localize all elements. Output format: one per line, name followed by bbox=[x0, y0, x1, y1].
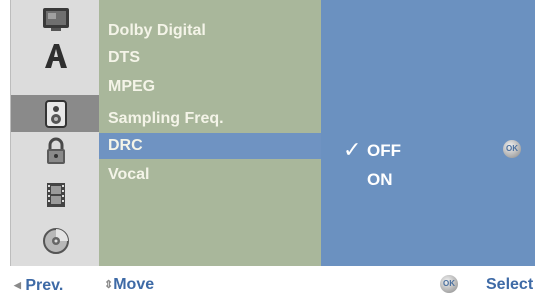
sidebar-item-display[interactable] bbox=[11, 0, 100, 37]
checkmark-icon: ✓ bbox=[343, 137, 362, 162]
menu-item-dolby-digital[interactable]: Dolby Digital bbox=[99, 18, 321, 44]
sidebar-item-language[interactable] bbox=[11, 37, 100, 74]
select-hint[interactable]: Select bbox=[486, 266, 533, 300]
language-icon bbox=[44, 43, 67, 68]
prev-hint[interactable]: ◀ Prev. bbox=[14, 266, 63, 300]
audio-settings-menu: Dolby Digital DTS MPEG Sampling Freq. DR… bbox=[99, 0, 321, 266]
sidebar-item-lock[interactable] bbox=[11, 132, 100, 169]
film-icon bbox=[46, 182, 65, 207]
ok-button-icon: OK bbox=[440, 275, 458, 293]
sidebar-item-audio[interactable] bbox=[11, 95, 100, 132]
footer-hint-bar: ◀ Prev. ⇕Move OK Select bbox=[10, 266, 545, 300]
left-arrow-icon: ◀ bbox=[14, 280, 21, 290]
sidebar-item-others[interactable] bbox=[11, 176, 100, 213]
sidebar-item-disc[interactable] bbox=[11, 222, 100, 259]
up-down-arrow-icon: ⇕ bbox=[104, 279, 114, 291]
menu-item-sampling-freq[interactable]: Sampling Freq. bbox=[99, 106, 321, 132]
prev-label: Prev. bbox=[25, 277, 64, 294]
move-label: Move bbox=[113, 276, 155, 293]
disc-icon bbox=[42, 227, 69, 254]
category-sidebar bbox=[10, 0, 100, 266]
ok-icon: OK bbox=[503, 140, 521, 158]
menu-item-drc[interactable]: DRC bbox=[99, 133, 321, 159]
picture-icon bbox=[42, 7, 69, 31]
select-label: Select bbox=[486, 276, 534, 293]
option-off[interactable]: ✓ OFF OK bbox=[321, 137, 535, 165]
audio-icon bbox=[44, 99, 67, 128]
option-on[interactable]: ON bbox=[321, 166, 535, 194]
option-off-label: OFF bbox=[367, 141, 401, 160]
menu-item-dts[interactable]: DTS bbox=[99, 45, 321, 71]
move-hint: ⇕Move bbox=[104, 266, 154, 300]
option-panel: ✓ OFF OK ON bbox=[321, 0, 535, 266]
lock-icon bbox=[46, 137, 65, 164]
setup-menu-screen: Dolby Digital DTS MPEG Sampling Freq. DR… bbox=[0, 0, 545, 300]
option-on-label: ON bbox=[367, 170, 393, 189]
menu-item-vocal[interactable]: Vocal bbox=[99, 162, 321, 188]
menu-item-mpeg[interactable]: MPEG bbox=[99, 74, 321, 100]
